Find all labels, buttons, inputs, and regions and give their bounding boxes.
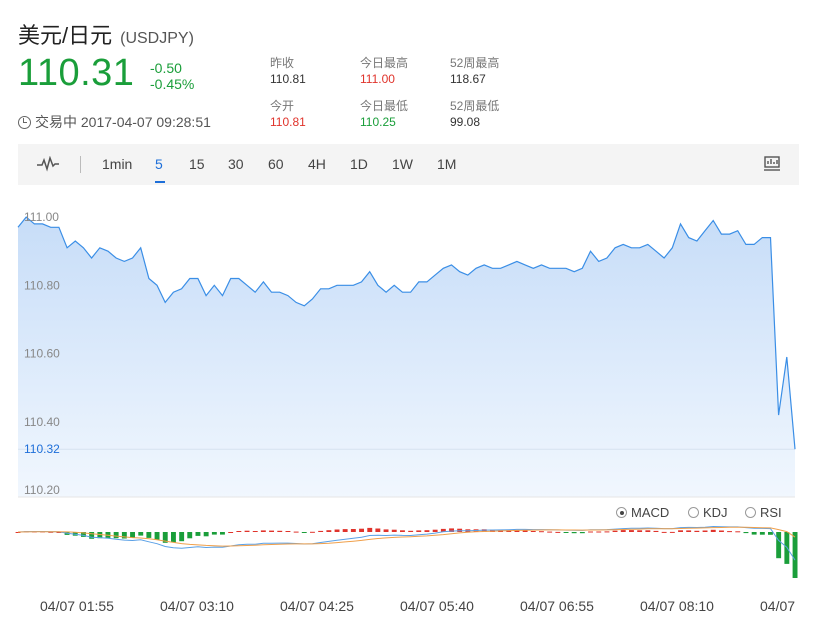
macd-histogram-bar xyxy=(669,531,675,533)
last-price-label: 110.32 xyxy=(24,442,60,456)
macd-histogram-bar xyxy=(571,532,577,534)
macd-histogram-bar xyxy=(751,532,757,535)
macd-histogram-bar xyxy=(138,532,144,536)
macd-histogram-bar xyxy=(555,531,561,533)
macd-histogram-bar xyxy=(244,530,250,532)
macd-histogram-bar xyxy=(326,530,332,532)
macd-histogram-bar xyxy=(719,530,724,532)
macd-histogram-bar xyxy=(710,529,716,532)
macd-histogram-bar xyxy=(686,530,692,532)
macd-histogram-bar xyxy=(260,530,266,532)
macd-histogram-bar xyxy=(252,531,258,532)
x-tick-label: 04/07 04:25 xyxy=(280,598,354,614)
macd-histogram-bar xyxy=(187,532,193,539)
macd-histogram-bar xyxy=(694,530,700,532)
macd-histogram-bar xyxy=(432,529,438,532)
macd-histogram-bar xyxy=(768,532,773,535)
radio-icon[interactable] xyxy=(745,507,756,518)
macd-histogram-bar xyxy=(367,527,373,532)
macd-histogram-bar xyxy=(154,532,160,540)
y-tick-label: 110.40 xyxy=(24,415,60,429)
y-tick-label: 111.00 xyxy=(24,210,59,224)
radio-icon[interactable] xyxy=(688,507,699,518)
macd-histogram-bar xyxy=(792,532,798,578)
macd-histogram-bar xyxy=(359,528,364,532)
macd-histogram-bar xyxy=(596,531,602,533)
x-tick-label: 04/07 01:55 xyxy=(40,598,114,614)
macd-histogram-bar xyxy=(203,532,209,537)
macd-histogram-bar xyxy=(391,529,397,532)
macd-histogram-bar xyxy=(342,529,348,532)
macd-histogram-bar xyxy=(645,530,651,532)
macd-histogram-bar xyxy=(727,531,732,533)
macd-histogram-bar xyxy=(408,530,414,532)
x-tick-label: 04/07 06:55 xyxy=(520,598,594,614)
macd-histogram-bar xyxy=(776,532,782,559)
y-tick-label: 110.80 xyxy=(24,278,60,292)
macd-histogram-bar xyxy=(637,530,643,532)
macd-histogram-bar xyxy=(678,530,683,532)
macd-histogram-bar xyxy=(424,530,430,532)
macd-histogram-bar xyxy=(416,530,422,532)
y-tick-label: 110.60 xyxy=(24,347,60,361)
macd-histogram-bar xyxy=(547,531,553,533)
macd-histogram-bar xyxy=(334,529,340,532)
macd-histogram-bar xyxy=(171,532,176,543)
y-tick-label: 110.20 xyxy=(24,483,60,497)
macd-histogram-bar xyxy=(113,532,119,539)
macd-histogram-bar xyxy=(318,530,324,532)
macd-histogram-bar xyxy=(293,531,299,533)
macd-histogram-bar xyxy=(301,532,307,533)
macd-histogram-bar xyxy=(236,531,242,532)
macd-histogram-bar xyxy=(228,532,234,533)
macd-histogram-bar xyxy=(539,531,544,533)
macd-histogram-bar xyxy=(375,528,381,532)
x-tick-label: 04/07 08:10 xyxy=(640,598,714,614)
macd-histogram-bar xyxy=(629,530,634,532)
macd-histogram-bar xyxy=(277,530,283,532)
macd-histogram-bar xyxy=(702,530,708,532)
indicator-macd[interactable]: MACD xyxy=(616,505,669,520)
macd-histogram-bar xyxy=(400,530,405,532)
macd-histogram-bar xyxy=(588,531,593,533)
macd-histogram-bar xyxy=(743,532,749,534)
macd-histogram-bar xyxy=(735,531,741,533)
macd-histogram-bar xyxy=(612,530,618,532)
macd-histogram-bar xyxy=(661,531,667,533)
macd-histogram-bar xyxy=(130,532,135,538)
price-area-fill xyxy=(18,217,795,497)
indicator-rsi[interactable]: RSI xyxy=(745,505,782,520)
x-tick-label: 04/07 05:40 xyxy=(400,598,474,614)
macd-histogram-bar xyxy=(620,530,626,532)
macd-histogram-bar xyxy=(220,532,225,535)
x-tick-label: 04/07 03:10 xyxy=(160,598,234,614)
macd-histogram-bar xyxy=(310,531,315,533)
macd-histogram-bar xyxy=(350,529,356,532)
macd-histogram-bar xyxy=(146,532,152,538)
macd-histogram-bar xyxy=(579,532,585,534)
macd-histogram-bar xyxy=(285,531,291,532)
indicator-label: MACD xyxy=(631,505,670,520)
macd-histogram-bar xyxy=(530,531,536,532)
macd-histogram-bar xyxy=(759,532,765,535)
macd-histogram-bar xyxy=(211,532,217,535)
x-tick-label: 04/07 xyxy=(760,598,795,614)
macd-histogram-bar xyxy=(653,530,659,532)
macd-histogram-bar xyxy=(383,529,389,532)
price-chart[interactable]: 111.00 110.80 110.60 110.40 110.20 110.32 04/0… xyxy=(0,0,818,627)
macd-histogram-bar xyxy=(269,530,274,532)
macd-histogram-bar xyxy=(604,531,610,533)
macd-histogram-bar xyxy=(563,532,569,533)
indicator-kdj[interactable]: KDJ xyxy=(688,505,728,520)
indicator-label: KDJ xyxy=(703,505,728,520)
macd-histogram-bar xyxy=(179,532,185,542)
indicator-label: RSI xyxy=(760,505,782,520)
radio-selected-icon[interactable] xyxy=(616,507,627,518)
macd-histogram-bar xyxy=(195,532,201,536)
